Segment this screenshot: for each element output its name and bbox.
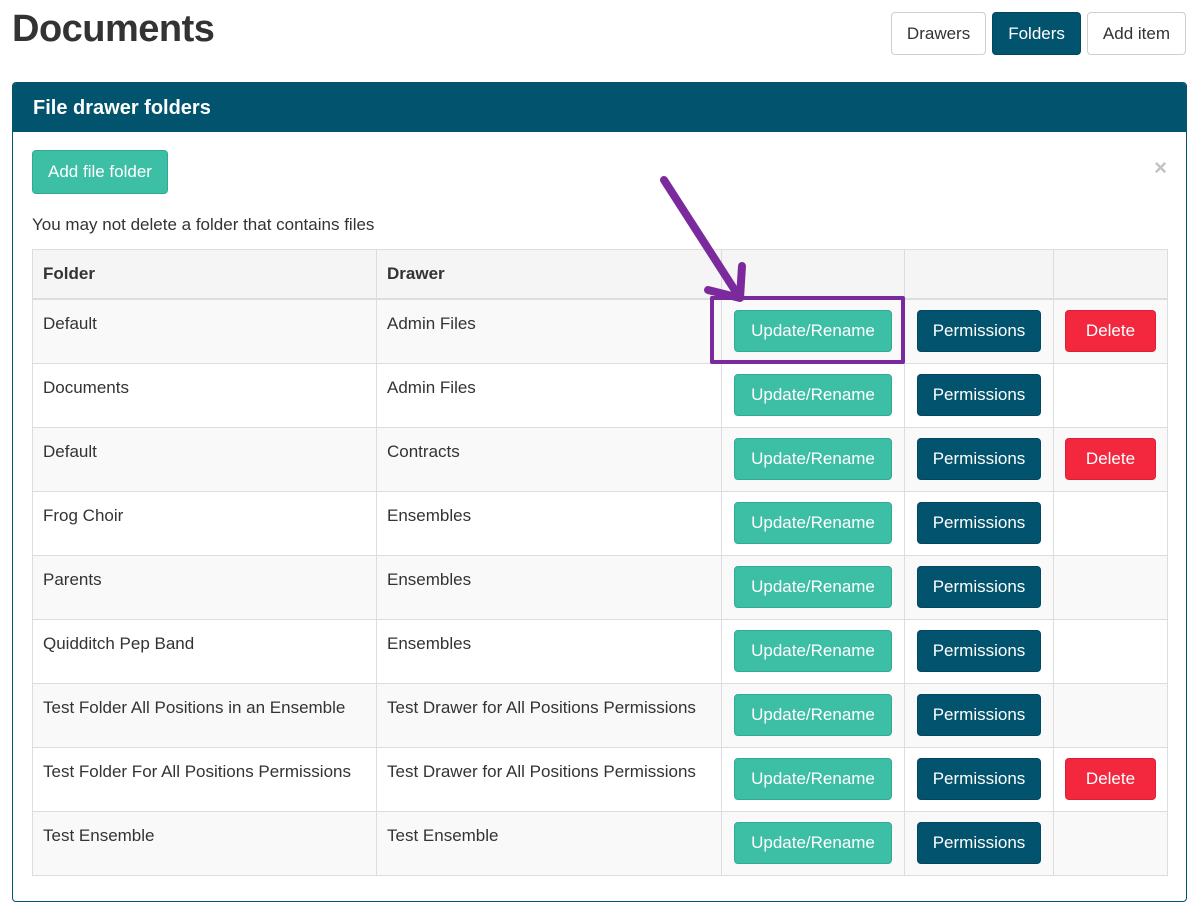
update-cell: Update/Rename	[721, 426, 905, 492]
drawer-cell: Contracts	[376, 426, 722, 492]
delete-cell: Delete	[1053, 426, 1168, 492]
table-row: Documents Admin Files Update/Rename Permiss…	[32, 362, 1168, 428]
table-row: Test Folder All Positions in an Ensemble…	[32, 682, 1168, 748]
permissions-button[interactable]: Permissions	[916, 694, 1042, 736]
permissions-cell: Permissions	[904, 490, 1054, 556]
permissions-cell: Permissions	[904, 682, 1054, 748]
update-cell: Update/Rename	[721, 490, 905, 556]
file-drawer-folders-panel: File drawer folders Add file folder × Yo…	[12, 82, 1187, 902]
permissions-cell: Permissions	[904, 618, 1054, 684]
update-rename-button[interactable]: Update/Rename	[734, 438, 892, 480]
delete-cell	[1053, 490, 1168, 556]
delete-cell	[1053, 618, 1168, 684]
drawer-cell: Ensembles	[376, 618, 722, 684]
permissions-cell: Permissions	[904, 362, 1054, 428]
add-file-folder-button[interactable]: Add file folder	[32, 150, 168, 194]
table-row: Frog Choir Ensembles Update/Rename Permissi…	[32, 490, 1168, 556]
delete-column-header	[1053, 249, 1168, 300]
add-item-button[interactable]: Add item	[1086, 12, 1186, 55]
drawer-cell: Ensembles	[376, 490, 722, 556]
permissions-column-header	[904, 249, 1054, 300]
drawer-cell: Test Drawer for All Positions Permission…	[376, 682, 722, 748]
folder-cell: Documents	[32, 362, 377, 428]
close-icon[interactable]: ×	[1154, 155, 1167, 181]
update-rename-button[interactable]: Update/Rename	[734, 630, 892, 672]
delete-button[interactable]: Delete	[1064, 438, 1157, 480]
update-column-header	[721, 249, 905, 300]
table-header-row: Folder Drawer	[32, 249, 1168, 300]
delete-button[interactable]: Delete	[1064, 758, 1157, 800]
update-rename-button[interactable]: Update/Rename	[734, 502, 892, 544]
delete-cell: Delete	[1053, 746, 1168, 812]
permissions-button[interactable]: Permissions	[916, 758, 1042, 800]
permissions-button[interactable]: Permissions	[916, 502, 1042, 544]
drawer-column-header: Drawer	[376, 249, 722, 300]
delete-cell	[1053, 810, 1168, 876]
update-cell: Update/Rename	[721, 618, 905, 684]
permissions-cell: Permissions	[904, 554, 1054, 620]
permissions-cell: Permissions	[904, 298, 1054, 364]
drawer-cell: Admin Files	[376, 362, 722, 428]
delete-cell	[1053, 362, 1168, 428]
folder-cell: Test Folder For All Positions Permission…	[32, 746, 377, 812]
permissions-cell: Permissions	[904, 810, 1054, 876]
page-title: Documents	[12, 8, 215, 50]
delete-cell: Delete	[1053, 298, 1168, 364]
table-row: Quidditch Pep Band Ensembles Update/Rename…	[32, 618, 1168, 684]
folders-button[interactable]: Folders	[992, 12, 1081, 55]
folder-column-header: Folder	[32, 249, 377, 300]
update-cell: Update/Rename	[721, 554, 905, 620]
drawer-cell: Ensembles	[376, 554, 722, 620]
delete-note: You may not delete a folder that contain…	[32, 215, 375, 234]
update-cell: Update/Rename	[721, 746, 905, 812]
table-row: Default Contracts Update/Rename Permissions…	[32, 426, 1168, 492]
permissions-button[interactable]: Permissions	[916, 822, 1042, 864]
table-row: Parents Ensembles Update/Rename Permissions	[32, 554, 1168, 620]
update-cell: Update/Rename	[721, 810, 905, 876]
folder-cell: Frog Choir	[32, 490, 377, 556]
permissions-cell: Permissions	[904, 746, 1054, 812]
table-row: Test Folder For All Positions Permission…	[32, 746, 1168, 812]
folder-cell: Default	[32, 298, 377, 364]
table-row: Test Ensemble Test Ensemble Update/Rename P…	[32, 810, 1168, 876]
delete-button[interactable]: Delete	[1064, 310, 1157, 353]
drawer-cell: Test Drawer for All Positions Permission…	[376, 746, 722, 812]
permissions-button[interactable]: Permissions	[916, 374, 1042, 416]
permissions-button[interactable]: Permissions	[916, 566, 1042, 608]
update-cell: Update/Rename	[721, 362, 905, 428]
folders-table: Folder Drawer Default Admin Files Update/R…	[32, 249, 1168, 876]
drawer-cell: Admin Files	[376, 298, 722, 364]
update-rename-button[interactable]: Update/Rename	[734, 566, 892, 608]
permissions-button[interactable]: Permissions	[916, 438, 1042, 480]
table-row: Default Admin Files Update/Rename Permissio…	[32, 298, 1168, 364]
update-rename-button[interactable]: Update/Rename	[734, 374, 892, 416]
update-rename-button[interactable]: Update/Rename	[734, 758, 892, 800]
folder-cell: Test Folder All Positions in an Ensemble	[32, 682, 377, 748]
folder-cell: Default	[32, 426, 377, 492]
update-cell: Update/Rename	[721, 682, 905, 748]
permissions-button[interactable]: Permissions	[916, 630, 1042, 672]
folder-cell: Parents	[32, 554, 377, 620]
folder-cell: Test Ensemble	[32, 810, 377, 876]
delete-cell	[1053, 682, 1168, 748]
folder-cell: Quidditch Pep Band	[32, 618, 377, 684]
drawer-cell: Test Ensemble	[376, 810, 722, 876]
permissions-cell: Permissions	[904, 426, 1054, 492]
drawers-button[interactable]: Drawers	[890, 12, 987, 55]
panel-heading: File drawer folders	[13, 83, 1186, 132]
update-rename-button[interactable]: Update/Rename	[734, 822, 892, 864]
permissions-button[interactable]: Permissions	[916, 310, 1042, 353]
delete-cell	[1053, 554, 1168, 620]
top-nav: Drawers Folders Add item	[890, 12, 1186, 55]
update-rename-button[interactable]: Update/Rename	[734, 694, 892, 736]
update-cell: Update/Rename	[721, 298, 905, 364]
update-rename-button[interactable]: Update/Rename	[734, 310, 892, 353]
